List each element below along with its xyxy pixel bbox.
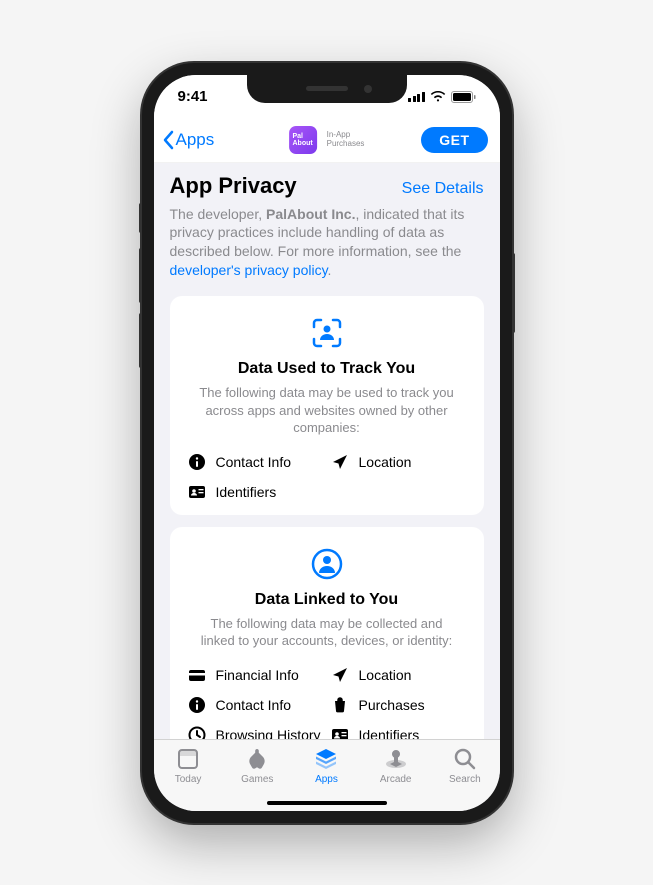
data-item-contact-info: Contact Info bbox=[188, 696, 323, 714]
data-item-contact-info: Contact Info bbox=[188, 453, 323, 471]
today-tab-icon bbox=[175, 746, 201, 772]
developer-name: PalAbout Inc. bbox=[266, 206, 355, 222]
phone-frame: 9:41 Apps Pal About In-App Purchases GET… bbox=[142, 63, 512, 823]
data-item-label: Location bbox=[359, 667, 412, 683]
apps-tab-icon bbox=[313, 746, 339, 772]
data-item-identifiers: Identifiers bbox=[331, 726, 466, 739]
back-button[interactable]: Apps bbox=[162, 130, 215, 150]
games-tab-icon bbox=[244, 746, 270, 772]
info-icon bbox=[188, 696, 206, 714]
cellular-signal-icon bbox=[408, 92, 425, 102]
linked-items: Financial Info Location Contact Info Purcha… bbox=[188, 666, 466, 739]
tab-label: Search bbox=[449, 774, 481, 785]
id-icon bbox=[188, 483, 206, 501]
tracking-items: Contact Info Location Identifiers bbox=[188, 453, 466, 501]
id-icon bbox=[331, 726, 349, 739]
location-icon bbox=[331, 666, 349, 684]
data-item-location: Location bbox=[331, 666, 466, 684]
chevron-left-icon bbox=[162, 130, 174, 150]
status-indicators bbox=[408, 91, 476, 103]
history-icon bbox=[188, 726, 206, 739]
search-tab-icon bbox=[452, 746, 478, 772]
tracking-card: Data Used to Track You The following dat… bbox=[170, 296, 484, 515]
home-indicator[interactable] bbox=[267, 801, 387, 805]
get-button[interactable]: GET bbox=[421, 127, 487, 153]
tab-label: Games bbox=[241, 774, 273, 785]
app-icon[interactable]: Pal About bbox=[289, 126, 317, 154]
wifi-icon bbox=[430, 91, 446, 103]
content-area[interactable]: App Privacy See Details The developer, P… bbox=[154, 163, 500, 739]
tracking-title: Data Used to Track You bbox=[188, 360, 466, 378]
data-item-label: Browsing History bbox=[216, 727, 321, 739]
tab-search[interactable]: Search bbox=[430, 746, 499, 811]
linked-icon bbox=[188, 547, 466, 581]
tracking-desc: The following data may be used to track … bbox=[188, 384, 466, 437]
nav-bar: Apps Pal About In-App Purchases GET bbox=[154, 119, 500, 163]
arcade-tab-icon bbox=[383, 746, 409, 772]
data-item-label: Financial Info bbox=[216, 667, 299, 683]
data-item-purchases: Purchases bbox=[331, 696, 466, 714]
tab-today[interactable]: Today bbox=[154, 746, 223, 811]
back-label: Apps bbox=[176, 130, 215, 150]
info-icon bbox=[188, 453, 206, 471]
data-item-label: Location bbox=[359, 454, 412, 470]
data-item-financial-info: Financial Info bbox=[188, 666, 323, 684]
privacy-policy-link[interactable]: developer's privacy policy bbox=[170, 262, 328, 278]
financial-icon bbox=[188, 666, 206, 684]
iap-label: In-App Purchases bbox=[327, 131, 365, 149]
location-icon bbox=[331, 453, 349, 471]
page-title: App Privacy bbox=[170, 173, 297, 199]
privacy-description: The developer, PalAbout Inc., indicated … bbox=[170, 205, 484, 281]
data-item-label: Identifiers bbox=[216, 484, 277, 500]
see-details-link[interactable]: See Details bbox=[402, 180, 484, 198]
battery-icon bbox=[451, 91, 476, 103]
notch bbox=[247, 75, 407, 103]
status-time: 9:41 bbox=[178, 88, 208, 105]
data-item-label: Contact Info bbox=[216, 454, 292, 470]
linked-card: Data Linked to You The following data ma… bbox=[170, 527, 484, 739]
tracking-icon bbox=[188, 316, 466, 350]
data-item-browsing-history: Browsing History bbox=[188, 726, 323, 739]
linked-desc: The following data may be collected and … bbox=[188, 615, 466, 650]
data-item-location: Location bbox=[331, 453, 466, 471]
screen: 9:41 Apps Pal About In-App Purchases GET… bbox=[154, 75, 500, 811]
linked-title: Data Linked to You bbox=[188, 591, 466, 609]
data-item-label: Contact Info bbox=[216, 697, 292, 713]
purchases-icon bbox=[331, 696, 349, 714]
data-item-identifiers: Identifiers bbox=[188, 483, 323, 501]
tab-label: Arcade bbox=[380, 774, 412, 785]
data-item-label: Identifiers bbox=[359, 727, 420, 739]
tab-label: Apps bbox=[315, 774, 338, 785]
data-item-label: Purchases bbox=[359, 697, 425, 713]
tab-label: Today bbox=[175, 774, 202, 785]
